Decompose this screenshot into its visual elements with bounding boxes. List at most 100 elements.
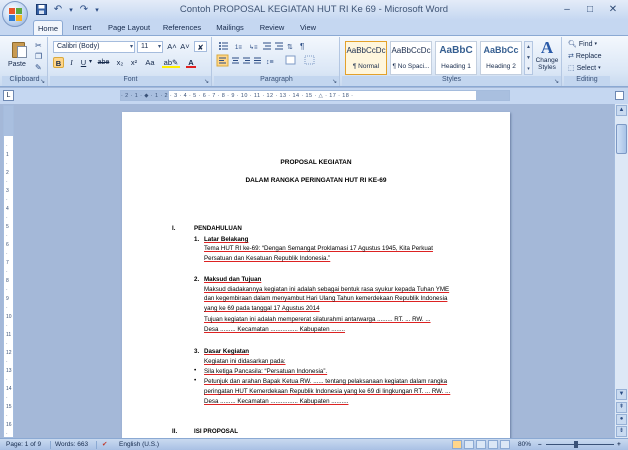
paragraph-line: Kegiatan ini didasarkan pada: [204,358,286,365]
zoom-out-button[interactable]: – [538,440,542,450]
paragraph-line: yang ke 69 pada tanggal 17 Agustus 2014 [204,305,320,312]
paragraph-launcher-icon[interactable]: ↘ [332,78,337,85]
editing-group: 🔍︎ Find ▾ ⇄ Replace ⬚ Select ▾ Editing [564,37,610,86]
section-1-title: PENDAHULUAN [194,225,242,232]
styles-launcher-icon[interactable]: ↘ [554,78,559,85]
underline-button[interactable]: U [79,57,88,68]
change-styles-button[interactable]: A Change Styles [532,39,562,75]
replace-icon: ⇄ [568,53,574,60]
bullet-icon: • [194,367,197,374]
font-name-select[interactable]: Calibri (Body) ▾ [53,41,135,53]
paste-button[interactable]: Paste [8,61,26,68]
change-case-button[interactable]: Aa [143,57,157,68]
style-heading-2[interactable]: AaBbCc Heading 2 [480,41,522,75]
clear-format-button[interactable]: ✘ [194,41,207,52]
section-2-title: ISI PROPOSAL [194,428,239,435]
status-bar: Page: 1 of 9 Words: 663 ✔ English (U.S.)… [0,438,628,450]
tab-home[interactable]: Home [33,20,63,35]
highlight-button[interactable]: ab✎ [162,57,180,68]
find-button[interactable]: 🔍︎ Find ▾ [568,40,597,49]
minimize-button[interactable]: – [556,2,578,17]
bullet-icon: • [194,377,197,384]
maximize-button[interactable]: □ [579,2,601,17]
find-icon: 🔍︎ [568,41,577,48]
select-icon: ⬚ [568,65,575,72]
window-title: Contoh PROPOSAL KEGIATAN HUT RI Ke 69 - … [179,4,449,15]
ruler-numbers: · 2 · 1 · ◆ · 1 · 2 · 3 · 4 · 5 · 6 · 7 … [121,93,354,99]
browse-object-icon[interactable]: ● [616,414,627,425]
format-painter-icon[interactable]: ✎ [35,63,45,72]
styles-group: AaBbCcDc ¶ Normal AaBbCcDc ¶ No Spaci...… [342,37,562,86]
tab-page-layout[interactable]: Page Layout [104,20,154,35]
svg-text:↳≡: ↳≡ [249,44,258,51]
style-normal[interactable]: AaBbCcDc ¶ Normal [345,41,387,75]
paste-icon[interactable] [12,40,28,58]
shrink-font-button[interactable]: A˅ [179,41,191,52]
paragraph-line: Persatuan dan Kesatuan Republik Indonesi… [204,255,331,262]
grow-font-button[interactable]: A˄ [166,41,178,52]
word-count[interactable]: Words: 663 [55,440,88,450]
proofing-icon[interactable]: ✔ [102,440,107,450]
print-layout-icon[interactable] [452,440,462,449]
subscript-button[interactable]: x₂ [114,57,126,68]
font-launcher-icon[interactable]: ↘ [204,78,209,85]
svg-text:↕≡: ↕≡ [266,59,274,66]
ruler-row: L · 2 · 1 · ◆ · 1 · 2 · 3 · 4 · 5 · 6 · … [0,88,628,104]
vertical-scrollbar[interactable]: ▲ ▼ ⇞ ● ⇟ [614,104,628,438]
office-button[interactable] [2,1,28,27]
strikethrough-button[interactable]: abe [96,57,111,68]
tab-references[interactable]: References [160,20,204,35]
document-page[interactable]: PROPOSAL KEGIATAN DALAM RANGKA PERINGATA… [122,112,510,442]
style-no-spacing[interactable]: AaBbCcDc ¶ No Spaci... [390,41,432,75]
web-layout-icon[interactable] [476,440,486,449]
style-heading-1[interactable]: AaBbC Heading 1 [435,41,477,75]
language-indicator[interactable]: English (U.S.) [119,440,159,450]
horizontal-ruler[interactable]: · 2 · 1 · ◆ · 1 · 2 · 3 · 4 · 5 · 6 · 7 … [120,90,510,101]
select-button[interactable]: ⬚ Select ▾ [568,64,601,73]
zoom-slider-thumb[interactable] [574,441,578,448]
tab-view[interactable]: View [294,20,322,35]
tab-selector-button[interactable]: L [3,90,14,101]
title-bar: ↶ ▾ ↷ ▾ Contoh PROPOSAL KEGIATAN HUT RI … [0,0,628,20]
paragraph-line: Tema HUT RI ke-69: “Dengan Semangat Prok… [204,245,433,252]
zoom-level[interactable]: 80% [518,440,531,450]
tab-review[interactable]: Review [256,20,288,35]
superscript-button[interactable]: x² [128,57,140,68]
list-item: Desa ......... Kecamatan ...............… [204,398,349,405]
italic-button[interactable]: I [67,57,76,68]
vertical-ruler[interactable]: · 1 · 2 · 3 · 4 · 5 · 6 · 7 · 8 · 9 · 10 · 11 · 12 · 13 · 14 · 15 · 16 · [3,105,14,438]
outline-view-icon[interactable] [488,440,498,449]
subsection-1-number: 1. [194,236,200,243]
underline-dropdown-icon[interactable]: ▾ [88,57,93,68]
section-2-number: II. [172,428,178,435]
paragraph-line: Maksud diadakannya kegiatan ini adalah s… [204,286,450,293]
tab-insert[interactable]: Insert [67,20,97,35]
draft-view-icon[interactable] [500,440,510,449]
clipboard-small-buttons: ✂ ❐ ✎ [35,41,45,72]
doc-title-2: DALAM RANGKA PERINGATAN HUT RI KE-69 [245,177,387,184]
page-count[interactable]: Page: 1 of 9 [6,440,41,450]
font-size-select[interactable]: 11 ▾ [137,41,163,53]
doc-title-1: PROPOSAL KEGIATAN [280,159,352,166]
paragraph-buttons[interactable]: 1≡ ↳≡ ⇅ ¶ ↕≡ [216,40,338,70]
tab-mailings[interactable]: Mailings [212,20,248,35]
scroll-up-icon[interactable]: ▲ [616,105,627,116]
close-button[interactable]: ✕ [602,2,624,17]
scroll-thumb[interactable] [616,124,627,154]
editing-group-label: Editing [564,76,610,86]
font-color-button[interactable]: A [186,57,196,68]
styles-group-label: Styles [342,76,561,86]
cut-icon[interactable]: ✂ [35,41,45,50]
copy-icon[interactable]: ❐ [35,52,45,61]
scroll-down-icon[interactable]: ▼ [616,389,627,400]
view-ruler-icon[interactable] [615,91,624,100]
previous-page-icon[interactable]: ⇞ [616,402,627,413]
replace-button[interactable]: ⇄ Replace [568,52,602,61]
full-screen-reading-icon[interactable] [464,440,474,449]
clipboard-launcher-icon[interactable]: ↘ [40,78,45,85]
next-page-icon[interactable]: ⇟ [616,426,627,437]
vertical-ruler-ticks: · 1 · 2 · 3 · 4 · 5 · 6 · 7 · 8 · 9 · 10 · 11 · 12 · 13 · 14 · 15 · 16 · [6,143,12,437]
bold-button[interactable]: B [53,57,64,68]
zoom-slider[interactable] [546,444,614,445]
zoom-in-button[interactable]: + [617,440,621,450]
